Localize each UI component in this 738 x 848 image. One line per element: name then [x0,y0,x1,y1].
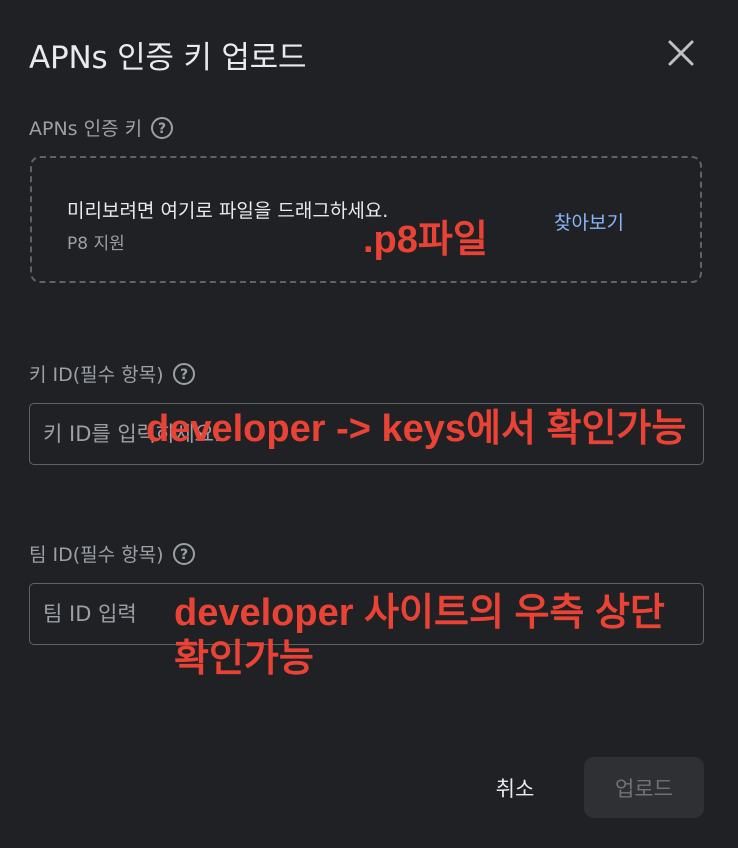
annotation-p8-file: .p8파일 [363,219,488,261]
help-icon[interactable]: ? [172,542,196,566]
svg-text:?: ? [158,121,166,137]
close-button[interactable] [664,36,698,70]
help-icon[interactable]: ? [172,362,196,386]
browse-button[interactable]: 찾아보기 [554,208,624,235]
annotation-team-id-line2: 확인가능 [174,638,314,680]
dropzone-text: 미리보려면 여기로 파일을 드래그하세요. [67,200,389,222]
upload-button[interactable]: 업로드 [584,757,704,818]
annotation-key-id: developer -> keys에서 확인가능 [146,408,687,450]
svg-text:?: ? [179,367,187,383]
key-id-label: 키 ID(필수 항목) [29,364,164,386]
annotation-team-id-line1: developer 사이트의 우측 상단 [174,592,665,634]
team-id-label: 팀 ID(필수 항목) [29,544,164,566]
cancel-button[interactable]: 취소 [478,758,552,818]
help-icon[interactable]: ? [150,116,174,140]
close-icon [668,40,694,66]
dropzone-support-text: P8 지원 [67,234,125,254]
dialog-title: APNs 인증 키 업로드 [29,40,307,76]
apns-key-label-row: APNs 인증 키 ? [29,114,174,141]
team-id-label-row: 팀 ID(필수 항목) ? [29,540,196,567]
svg-text:?: ? [179,547,187,563]
key-id-label-row: 키 ID(필수 항목) ? [29,360,196,387]
apns-key-label: APNs 인증 키 [29,118,143,140]
